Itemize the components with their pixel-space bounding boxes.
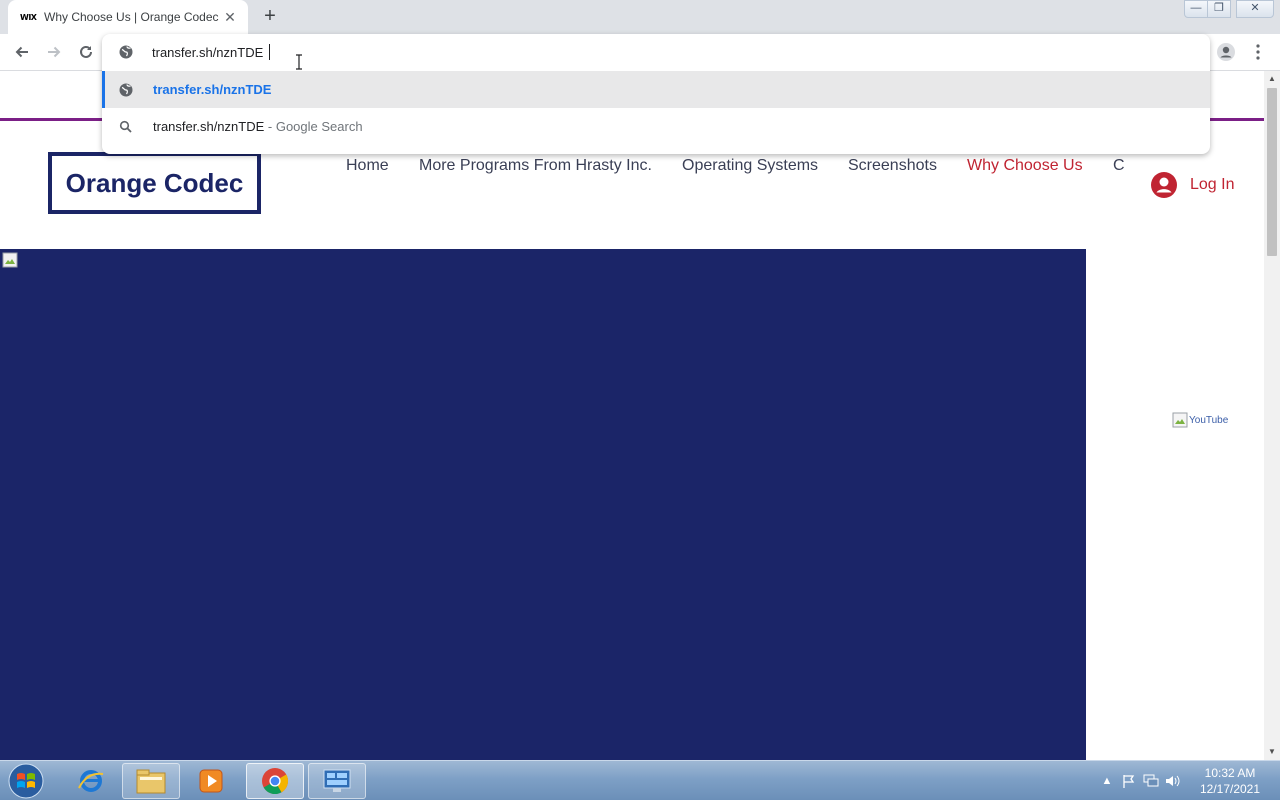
globe-icon bbox=[119, 45, 133, 59]
omnibox-suggestion-url[interactable]: transfer.sh/nznTDE bbox=[102, 71, 1210, 108]
taskbar-control-panel[interactable] bbox=[308, 763, 366, 799]
taskbar-clock[interactable]: 10:32 AM 12/17/2021 bbox=[1192, 765, 1268, 797]
window-close-button[interactable]: ✕ bbox=[1236, 0, 1274, 18]
vertical-scrollbar[interactable]: ▲ ▼ bbox=[1264, 71, 1280, 760]
nav-item-screenshots[interactable]: Screenshots bbox=[848, 157, 937, 175]
more-vertical-icon bbox=[1256, 44, 1260, 60]
address-bar-input[interactable] bbox=[152, 43, 552, 61]
tab-close-icon[interactable]: ✕ bbox=[222, 9, 238, 26]
profile-button[interactable] bbox=[1214, 40, 1238, 64]
reload-icon bbox=[80, 45, 92, 58]
windows-taskbar: ▲ 10:32 AM 12/17/2021 bbox=[0, 760, 1280, 800]
control-panel-icon bbox=[323, 769, 351, 792]
omnibox-input-row bbox=[102, 34, 1210, 71]
login-button[interactable]: Log In bbox=[1150, 171, 1234, 199]
nav-item-truncated[interactable]: C bbox=[1113, 157, 1125, 175]
search-icon bbox=[119, 120, 132, 133]
taskbar-chrome[interactable] bbox=[246, 763, 304, 799]
internet-explorer-icon bbox=[78, 770, 104, 792]
browser-tab[interactable]: WIX Why Choose Us | Orange Codec ✕ bbox=[8, 0, 248, 34]
browser-menu-button[interactable] bbox=[1248, 40, 1268, 64]
text-cursor-icon bbox=[296, 54, 302, 70]
network-icon[interactable] bbox=[1140, 771, 1162, 791]
omnibox-dropdown: transfer.sh/nznTDE transfer.sh/nznTDE - … bbox=[102, 34, 1210, 154]
new-tab-button[interactable]: + bbox=[258, 4, 282, 28]
broken-image-icon bbox=[1172, 412, 1188, 428]
omnibox-suggestion-search[interactable]: transfer.sh/nznTDE - Google Search bbox=[102, 108, 1210, 145]
site-logo-text: Orange Codec bbox=[65, 167, 244, 198]
suggestion-search-text: transfer.sh/nznTDE - Google Search bbox=[153, 119, 363, 134]
speaker-icon bbox=[1166, 775, 1180, 787]
monitor-network-icon bbox=[1143, 774, 1159, 787]
show-hidden-icons[interactable]: ▲ bbox=[1096, 771, 1118, 791]
flag-icon bbox=[1123, 775, 1135, 788]
window-minimize-button[interactable]: — bbox=[1184, 0, 1208, 18]
text-caret bbox=[269, 44, 270, 60]
clock-date: 12/17/2021 bbox=[1199, 782, 1261, 796]
nav-item-operating-systems[interactable]: Operating Systems bbox=[682, 157, 818, 175]
arrow-right-icon bbox=[48, 46, 61, 58]
hero-image-area bbox=[0, 249, 1086, 760]
taskbar-internet-explorer[interactable] bbox=[62, 763, 120, 799]
youtube-alt-text: YouTube bbox=[1189, 414, 1229, 426]
globe-icon bbox=[119, 83, 133, 97]
tab-strip: WIX Why Choose Us | Orange Codec ✕ + — ❐… bbox=[0, 0, 1280, 34]
forward-button[interactable] bbox=[42, 40, 66, 64]
clock-time: 10:32 AM bbox=[1204, 766, 1256, 780]
arrow-left-icon bbox=[15, 46, 28, 58]
broken-image-icon bbox=[2, 252, 18, 268]
youtube-link[interactable]: YouTube bbox=[1172, 412, 1228, 428]
nav-item-more-programs[interactable]: More Programs From Hrasty Inc. bbox=[419, 157, 652, 175]
user-avatar-icon bbox=[1151, 172, 1177, 198]
chrome-icon bbox=[262, 768, 289, 795]
suggestion-url-text: transfer.sh/nznTDE bbox=[153, 82, 272, 97]
scrollbar-thumb[interactable] bbox=[1267, 88, 1277, 256]
wix-favicon-icon: WIX bbox=[20, 12, 37, 22]
back-button[interactable] bbox=[10, 40, 34, 64]
scroll-down-icon[interactable]: ▼ bbox=[1264, 744, 1280, 760]
file-explorer-icon bbox=[136, 769, 166, 794]
profile-icon bbox=[1217, 43, 1235, 61]
nav-item-why-choose-us[interactable]: Why Choose Us bbox=[967, 157, 1083, 175]
action-center-flag-icon[interactable] bbox=[1118, 771, 1140, 791]
taskbar-file-explorer[interactable] bbox=[122, 763, 180, 799]
windows-start-icon bbox=[8, 763, 44, 799]
web-page: Orange Codec Home More Programs From Hra… bbox=[0, 71, 1264, 760]
login-label: Log In bbox=[1190, 176, 1235, 193]
taskbar-media-player[interactable] bbox=[182, 763, 240, 799]
system-tray: ▲ bbox=[1096, 761, 1184, 801]
start-button[interactable] bbox=[6, 763, 46, 799]
site-logo[interactable]: Orange Codec bbox=[48, 152, 261, 214]
suggestion-search-suffix: - Google Search bbox=[264, 119, 363, 134]
scroll-up-icon[interactable]: ▲ bbox=[1264, 71, 1280, 87]
nav-item-home[interactable]: Home bbox=[346, 157, 389, 175]
volume-icon[interactable] bbox=[1162, 771, 1184, 791]
tab-title: Why Choose Us | Orange Codec bbox=[44, 10, 219, 24]
media-player-icon bbox=[199, 769, 223, 793]
suggestion-search-query: transfer.sh/nznTDE bbox=[153, 119, 265, 134]
window-maximize-button[interactable]: ❐ bbox=[1207, 0, 1231, 18]
reload-button[interactable] bbox=[74, 40, 98, 64]
